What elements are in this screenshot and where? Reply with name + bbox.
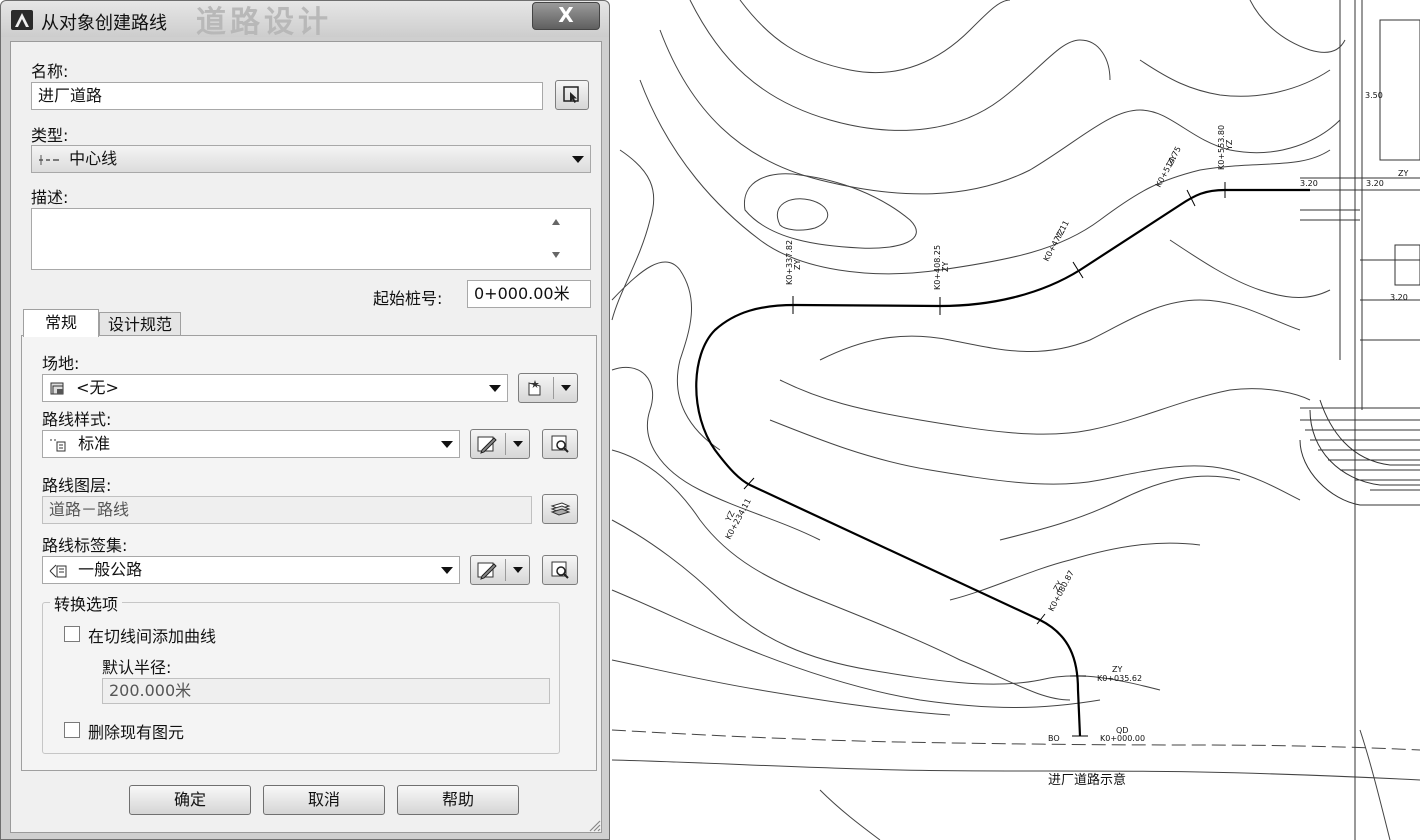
site-label: 场地:	[42, 354, 80, 373]
edit-label-set-split-button[interactable]	[470, 555, 530, 585]
alignment-layer-field: 道路－路线	[42, 496, 532, 524]
background-ghost-title: 道路设计	[196, 5, 332, 40]
type-select[interactable]: 中心线	[31, 145, 591, 173]
elevation-mark-c: 3.20	[1366, 179, 1384, 188]
description-textarea[interactable]	[31, 208, 591, 270]
site-icon	[50, 382, 64, 394]
edit-style-icon	[477, 436, 497, 454]
default-radius-input: 200.000米	[102, 678, 550, 704]
station-label-0-tag: ZY	[793, 260, 802, 270]
cad-drawing-canvas[interactable]: K0+337.82 ZY K0+408.25 ZY K0+477.11 YZ K…	[610, 0, 1420, 840]
pick-name-button[interactable]	[555, 80, 589, 110]
station-label-8: K0+000.00	[1100, 734, 1145, 743]
label-set-select[interactable]: 一般公路	[42, 556, 460, 584]
dialog-title: 从对象创建路线	[41, 13, 167, 34]
cancel-button[interactable]: 取消	[263, 785, 385, 815]
civil3d-app-icon	[11, 10, 33, 30]
erase-existing-checkbox[interactable]	[64, 722, 80, 738]
chevron-down-icon[interactable]	[561, 385, 571, 391]
type-label: 类型:	[31, 126, 69, 145]
elevation-mark-a: 3.50	[1365, 91, 1383, 100]
alignment-style-icon	[50, 439, 66, 451]
tab-design-criteria[interactable]: 设计规范	[99, 312, 181, 336]
dialog-titlebar[interactable]: 从对象创建路线 道路设计 X	[1, 1, 609, 40]
create-alignment-dialog: 从对象创建路线 道路设计 X 名称: 进厂道路 类型: 中心线 描述: 起始桩号…	[0, 0, 610, 840]
chevron-down-icon	[572, 156, 584, 163]
general-tab-panel: 场地: <无> 路线样式: 标准 路线图层: 道路－路线 路线标签集: 一般公路…	[21, 335, 597, 771]
label-set-value: 一般公路	[78, 560, 143, 579]
preview-style-button[interactable]	[542, 429, 578, 459]
scroll-down-arrow-icon[interactable]	[552, 252, 560, 258]
chevron-down-icon[interactable]	[513, 567, 523, 573]
drawing-caption: 进厂道路示意	[1048, 772, 1126, 788]
label-set-label: 路线标签集:	[42, 536, 128, 555]
add-curves-label[interactable]: 在切线间添加曲线	[88, 623, 216, 647]
bo-mark: BO	[1048, 734, 1060, 743]
start-station-input[interactable]: 0+000.00米	[467, 280, 591, 308]
alignment-style-value: 标准	[78, 434, 111, 453]
station-label-7: K0+035.62	[1097, 674, 1142, 683]
edit-label-set-icon	[477, 562, 497, 580]
add-curves-checkbox[interactable]	[64, 626, 80, 642]
erase-existing-label[interactable]: 删除现有图元	[88, 719, 184, 743]
station-label-7-tag: ZY	[1112, 665, 1122, 674]
chevron-down-icon	[441, 441, 453, 448]
description-label: 描述:	[31, 188, 69, 207]
chevron-down-icon	[441, 567, 453, 574]
conversion-options-title: 转换选项	[50, 591, 123, 615]
station-label-4-tag: YZ	[1225, 139, 1234, 151]
layers-icon	[550, 502, 571, 516]
preview-label-set-button[interactable]	[542, 555, 578, 585]
tab-general[interactable]: 常规	[23, 309, 99, 337]
site-select[interactable]: <无>	[42, 374, 508, 402]
name-input[interactable]: 进厂道路	[31, 82, 543, 110]
new-site-icon	[528, 380, 541, 396]
chevron-down-icon	[489, 385, 501, 392]
type-select-value: 中心线	[69, 149, 118, 168]
edit-style-split-button[interactable]	[470, 429, 530, 459]
label-set-icon	[49, 564, 67, 577]
preview-icon	[551, 561, 569, 579]
layer-button[interactable]	[542, 494, 578, 524]
close-button[interactable]: X	[532, 2, 600, 30]
ok-button[interactable]: 确定	[129, 785, 251, 815]
centerline-icon	[39, 154, 59, 165]
split-divider	[553, 377, 554, 399]
alignment-style-label: 路线样式:	[42, 410, 112, 429]
site-select-value: <无>	[76, 378, 119, 397]
split-divider	[505, 559, 506, 581]
start-station-label: 起始桩号:	[373, 289, 443, 308]
station-label-1-tag: ZY	[941, 262, 950, 272]
right-zy-tag: ZY	[1398, 169, 1408, 178]
alignment-style-select[interactable]: 标准	[42, 430, 460, 458]
elevation-mark-b: 3.20	[1300, 179, 1318, 188]
scroll-up-arrow-icon[interactable]	[552, 219, 560, 225]
alignment-layer-label: 路线图层:	[42, 476, 112, 495]
preview-icon	[551, 435, 569, 453]
pick-cursor-icon	[563, 86, 579, 103]
dialog-client-area: 名称: 进厂道路 类型: 中心线 描述: 起始桩号: 0+000.00米 常规 …	[10, 41, 602, 833]
split-divider	[505, 433, 506, 455]
help-button[interactable]: 帮助	[397, 785, 519, 815]
resize-grip-icon[interactable]	[585, 816, 601, 832]
chevron-down-icon[interactable]	[513, 441, 523, 447]
name-label: 名称:	[31, 62, 69, 81]
create-site-split-button[interactable]	[518, 373, 578, 403]
elevation-mark-d: 3.20	[1390, 293, 1408, 302]
default-radius-label: 默认半径:	[102, 658, 172, 677]
station-label-8-tag: QD	[1116, 726, 1128, 735]
